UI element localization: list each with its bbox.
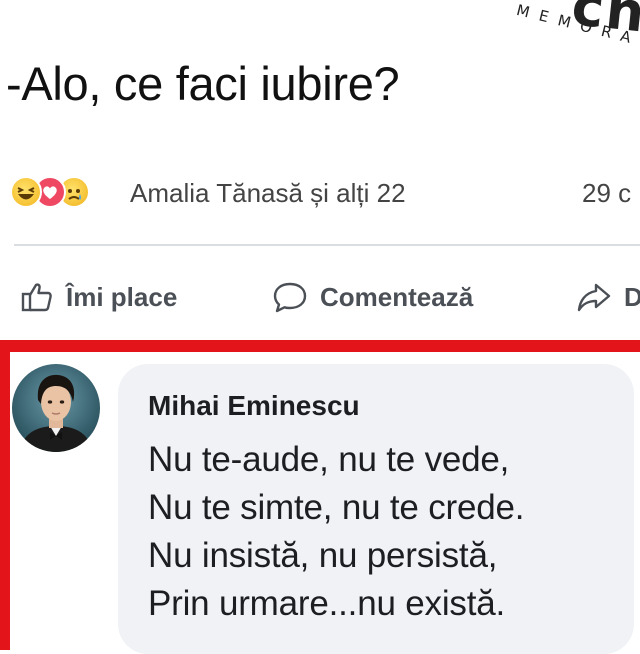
reactors-text[interactable]: Amalia Tănasă și alți 22 [130,178,406,209]
avatar[interactable] [12,364,100,452]
share-label: D [624,281,640,312]
like-label: Îmi place [66,281,178,312]
speech-bubble-icon [273,282,307,313]
comment-button[interactable]: Comentează [272,274,473,320]
thumbs-up-icon [21,283,52,312]
portrait-image [20,374,92,452]
comment-author[interactable]: Mihai Eminescu [148,390,360,422]
comments-count[interactable]: 29 c [582,178,631,209]
post-actions-bar: Îmi place Comentează D [0,270,640,326]
comment-line: Prin urmare...nu există. [148,584,506,623]
share-arrow-icon [577,283,611,312]
comment-line: Nu te simte, nu te crede. [148,488,525,527]
reactions-summary[interactable]: Amalia Tănasă și alți 22 29 c [10,172,640,216]
post-text: -Alo, ce faci iubire? [6,57,400,110]
divider [14,244,640,246]
haha-reaction-icon [10,176,42,208]
comment-label: Comentează [320,281,474,312]
comment-line: Nu te-aude, nu te vede, [148,440,510,479]
share-button[interactable]: D [576,274,640,320]
comment-line: Nu insistă, nu persistă, [148,536,498,575]
like-button[interactable]: Îmi place [20,274,177,320]
